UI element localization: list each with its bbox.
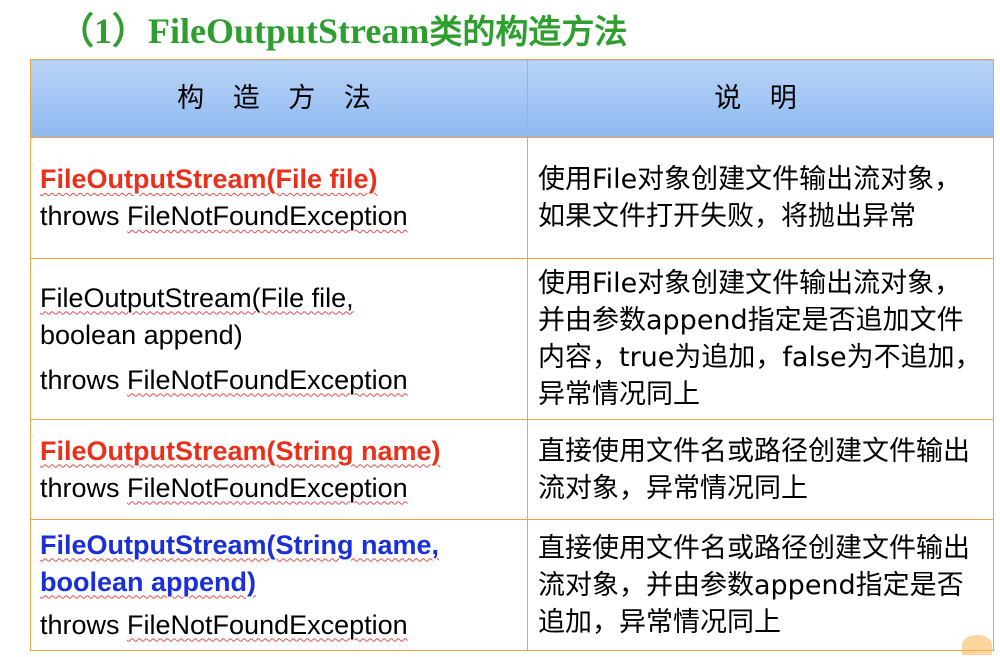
title-class-name: FileOutputStream: [148, 11, 430, 51]
logo-icon: [962, 635, 992, 655]
signature-throws: throws FileNotFoundException: [40, 364, 408, 395]
signature-cell: FileOutputStream(String name) throws Fil…: [30, 419, 528, 520]
signature-line: FileOutputStream(String name): [40, 435, 441, 466]
signature-throws: throws FileNotFoundException: [40, 609, 408, 640]
signature-line: boolean append): [40, 566, 256, 597]
constructor-table: 构 造 方 法 说 明 FileOutputStream(File file) …: [30, 59, 994, 651]
exception-name: FileNotFoundException: [127, 364, 408, 395]
table-header-row: 构 造 方 法 说 明: [30, 59, 994, 138]
exception-name: FileNotFoundException: [127, 201, 408, 231]
slide-title: （1）FileOutputStream类的构造方法: [58, 6, 627, 56]
exception-name: FileNotFoundException: [127, 609, 408, 640]
title-suffix: 类的构造方法: [429, 12, 628, 51]
description-cell: 使用File对象创建文件输出流对象，如果文件打开失败，将抛出异常: [527, 137, 994, 259]
signature-throws: throws FileNotFoundException: [40, 201, 408, 231]
header-description: 说 明: [527, 59, 994, 138]
signature-line: FileOutputStream(String name,: [40, 529, 440, 560]
table-row: FileOutputStream(String name, boolean ap…: [30, 519, 994, 651]
signature-line: FileOutputStream(File file,: [40, 282, 354, 313]
signature-cell: FileOutputStream(File file) throws FileN…: [30, 137, 528, 259]
signature-line: FileOutputStream(File file): [40, 164, 378, 194]
exception-name: FileNotFoundException: [127, 472, 408, 503]
table-row: FileOutputStream(File file, boolean appe…: [30, 258, 994, 420]
description-cell: 直接使用文件名或路径创建文件输出流对象，异常情况同上: [527, 419, 994, 520]
signature-cell: FileOutputStream(File file, boolean appe…: [30, 258, 528, 420]
signature-line: boolean append): [40, 319, 243, 350]
title-prefix: （1）: [58, 11, 149, 51]
description-cell: 使用File对象创建文件输出流对象，并由参数append指定是否追加文件内容，t…: [527, 258, 994, 420]
signature-cell: FileOutputStream(String name, boolean ap…: [30, 519, 528, 651]
description-cell: 直接使用文件名或路径创建文件输出流对象，并由参数append指定是否追加，异常情…: [527, 519, 994, 651]
header-constructor: 构 造 方 法: [30, 59, 528, 138]
table-row: FileOutputStream(String name) throws Fil…: [30, 419, 994, 520]
signature-throws: throws FileNotFoundException: [40, 472, 408, 503]
table-row: FileOutputStream(File file) throws FileN…: [30, 137, 994, 259]
